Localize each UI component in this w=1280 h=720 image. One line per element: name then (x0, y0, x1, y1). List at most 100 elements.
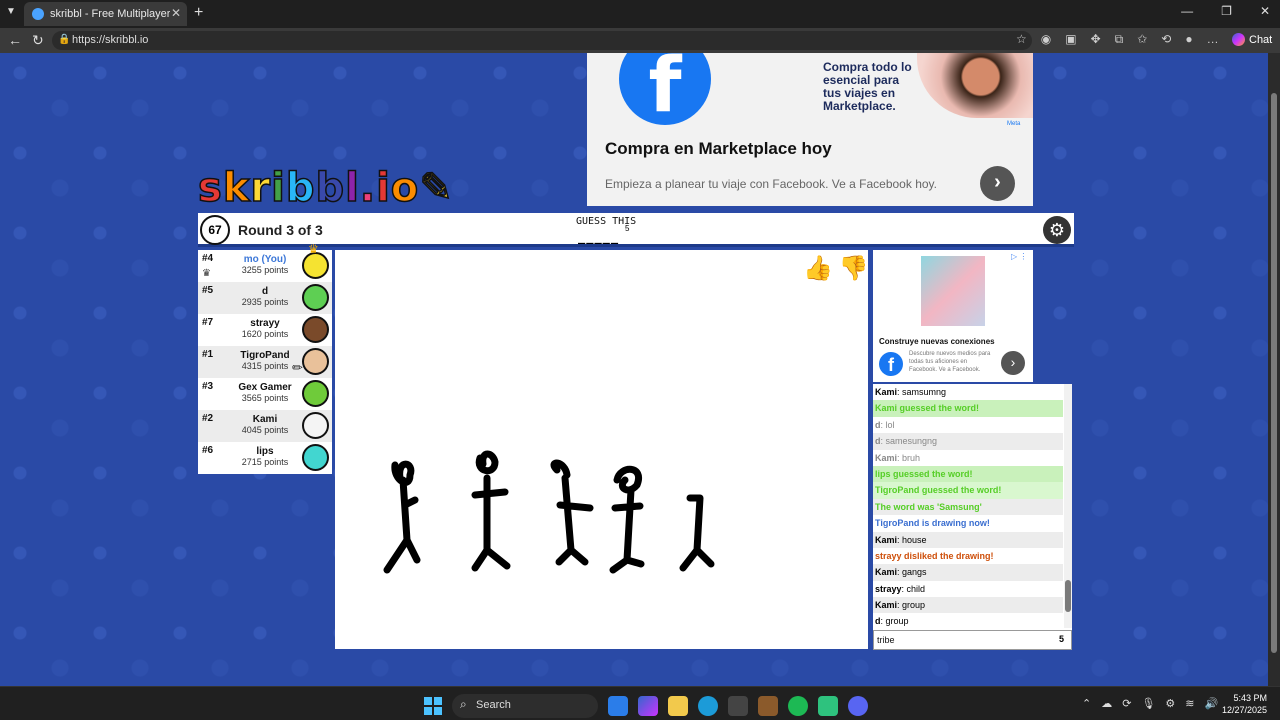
taskbar-apps: ⌕ Search (424, 694, 868, 718)
chat-message: strayy disliked the drawing! (873, 548, 1063, 564)
new-tab-icon[interactable]: + (194, 4, 203, 22)
chat-username: Kami (875, 387, 898, 397)
close-tab-icon[interactable]: ✕ (171, 6, 181, 20)
profile-icon[interactable]: ● (1185, 32, 1192, 47)
settings-icon[interactable]: ⚙ (1165, 697, 1175, 710)
tray-overflow-icon[interactable]: ⌃ (1082, 697, 1091, 710)
chat-text: group (902, 600, 926, 611)
terminal-icon[interactable] (728, 696, 748, 716)
chat-message: Kami: bruh (875, 452, 921, 463)
player-name: strayy (250, 318, 280, 329)
split-screen-icon[interactable]: ⧉ (1115, 32, 1124, 47)
chat-username: Kami (875, 600, 898, 611)
url-text: https://skribbl.io (72, 34, 149, 46)
extensions-puzzle-icon[interactable]: ✥ (1091, 32, 1101, 47)
spotify-icon[interactable] (788, 696, 808, 716)
chat-username: Kami (875, 534, 898, 545)
chat-text: lips guessed the word! (875, 468, 973, 479)
more-menu-icon[interactable]: … (1207, 32, 1219, 47)
favorites-icon[interactable]: ✩ (1137, 32, 1147, 47)
player-row[interactable]: #2 Kami 4045 points (198, 410, 332, 442)
adchoices-icon[interactable]: ▷ ⋮ (1011, 252, 1027, 261)
player-row[interactable]: #4 ♛ mo (You) 3255 points ♛ (198, 242, 332, 282)
edge-icon[interactable] (698, 696, 718, 716)
minecraft-icon[interactable] (758, 696, 778, 716)
drawing-canvas[interactable]: 👍 👎 (335, 250, 869, 649)
round-indicator: Round 3 of 3 (238, 222, 323, 238)
minimize-icon[interactable]: — (1181, 4, 1193, 18)
chat-scrollbar[interactable] (1064, 384, 1072, 628)
copilot-app-icon[interactable] (638, 696, 658, 716)
discord-icon[interactable] (848, 696, 868, 716)
skribbl-favicon-icon (32, 8, 44, 20)
side-advertisement[interactable]: ▷ ⋮ Construye nuevas conexiones f Descub… (873, 250, 1033, 382)
player-points: 3255 points (241, 265, 289, 275)
player-row[interactable]: #7 strayy 1620 points (198, 314, 332, 346)
copilot-icon (1232, 33, 1245, 46)
ad-image (921, 256, 985, 326)
chat-text: strayy disliked the drawing! (875, 550, 994, 561)
player-row[interactable]: #5 d 2935 points (198, 282, 332, 314)
player-row[interactable]: #3 Gex Gamer 3565 points (198, 378, 332, 410)
onedrive-icon[interactable]: ☁ (1101, 697, 1112, 710)
close-window-icon[interactable]: ✕ (1260, 4, 1270, 18)
volume-icon[interactable]: 🔊 (1205, 697, 1219, 710)
search-label: Search (476, 699, 511, 711)
chat-char-count: 5 (1059, 634, 1065, 644)
chat-username: d (875, 419, 881, 430)
windows-taskbar: ⌕ Search ⌃ ☁ ⟳ 🎙 ⚙ ≋ 🔊 5:43 PM 12/27/202… (0, 686, 1280, 720)
chat-text: house (902, 534, 927, 545)
player-avatar (302, 444, 329, 471)
player-name: Kami (252, 414, 278, 425)
app-icon[interactable] (818, 696, 838, 716)
taskbar-clock[interactable]: 5:43 PM 12/27/2025 (1222, 692, 1267, 716)
extension-icon-2[interactable]: ▣ (1065, 32, 1076, 47)
chat-message: TigroPand guessed the word! (873, 482, 1063, 499)
ad-headline: Compra en Marketplace hoy (605, 139, 832, 158)
sync-icon[interactable]: ⟳ (1122, 697, 1131, 710)
browser-tab[interactable]: skribbl - Free Multiplayer Drawing ✕ (24, 2, 187, 26)
player-points: 3565 points (241, 393, 289, 403)
page-scrollbar[interactable] (1268, 53, 1280, 686)
game-page: f Compra todo lo esencial para tus viaje… (0, 53, 1268, 686)
chat-message: Kami guessed the word! (873, 400, 1063, 417)
history-icon[interactable]: ⟲ (1161, 32, 1171, 47)
top-advertisement[interactable]: f Compra todo lo esencial para tus viaje… (587, 53, 1033, 206)
file-explorer-icon[interactable] (668, 696, 688, 716)
maximize-icon[interactable]: ❐ (1221, 4, 1232, 18)
url-field[interactable]: 🔒 https://skribbl.io (52, 31, 1032, 50)
tab-title: skribbl - Free Multiplayer Drawing (50, 8, 170, 20)
tab-list-dropdown-icon[interactable]: ▼ (6, 6, 16, 17)
taskbar-search[interactable]: ⌕ Search (452, 694, 598, 718)
player-name: mo (You) (243, 254, 287, 265)
chat-message: Kami: samsumng (875, 387, 947, 397)
store-icon[interactable] (608, 696, 628, 716)
crown-icon: ♛ (202, 268, 211, 279)
window-controls: — ❐ ✕ (1181, 4, 1270, 18)
copilot-chat-button[interactable]: Chat (1232, 33, 1272, 46)
ad-arrow-button[interactable]: › (1001, 351, 1025, 375)
favorite-star-icon[interactable]: ☆ (1016, 32, 1027, 47)
start-windows-icon[interactable] (424, 697, 442, 715)
chat-message: d: lol (875, 419, 895, 430)
microphone-icon[interactable]: 🎙 (1141, 697, 1155, 710)
site-info-icon[interactable]: 🔒 (58, 34, 70, 45)
player-row[interactable]: #1 TigroPand 4315 points ✏ (198, 346, 332, 378)
player-name: TigroPand (240, 350, 290, 361)
back-icon[interactable]: ← (8, 32, 22, 48)
chat-input[interactable]: tribe (873, 630, 1072, 650)
drawn-figure (609, 465, 645, 574)
wifi-icon[interactable]: ≋ (1185, 697, 1194, 710)
settings-gear-icon[interactable]: ⚙ (1043, 216, 1071, 244)
player-avatar (302, 284, 329, 311)
chat-message: lips guessed the word! (873, 465, 1063, 483)
player-row[interactable]: #6 lips 2715 points (198, 442, 332, 474)
player-rank: #1 (202, 349, 214, 360)
ad-tagline: Compra todo lo esencial para tus viajes … (823, 60, 912, 113)
refresh-icon[interactable]: ↻ (32, 32, 44, 49)
drawn-figure (471, 450, 511, 572)
player-name: Gex Gamer (238, 382, 292, 393)
player-points: 2715 points (241, 457, 289, 467)
ad-arrow-button[interactable]: › (980, 166, 1015, 201)
extension-icon[interactable]: ◉ (1041, 32, 1051, 47)
